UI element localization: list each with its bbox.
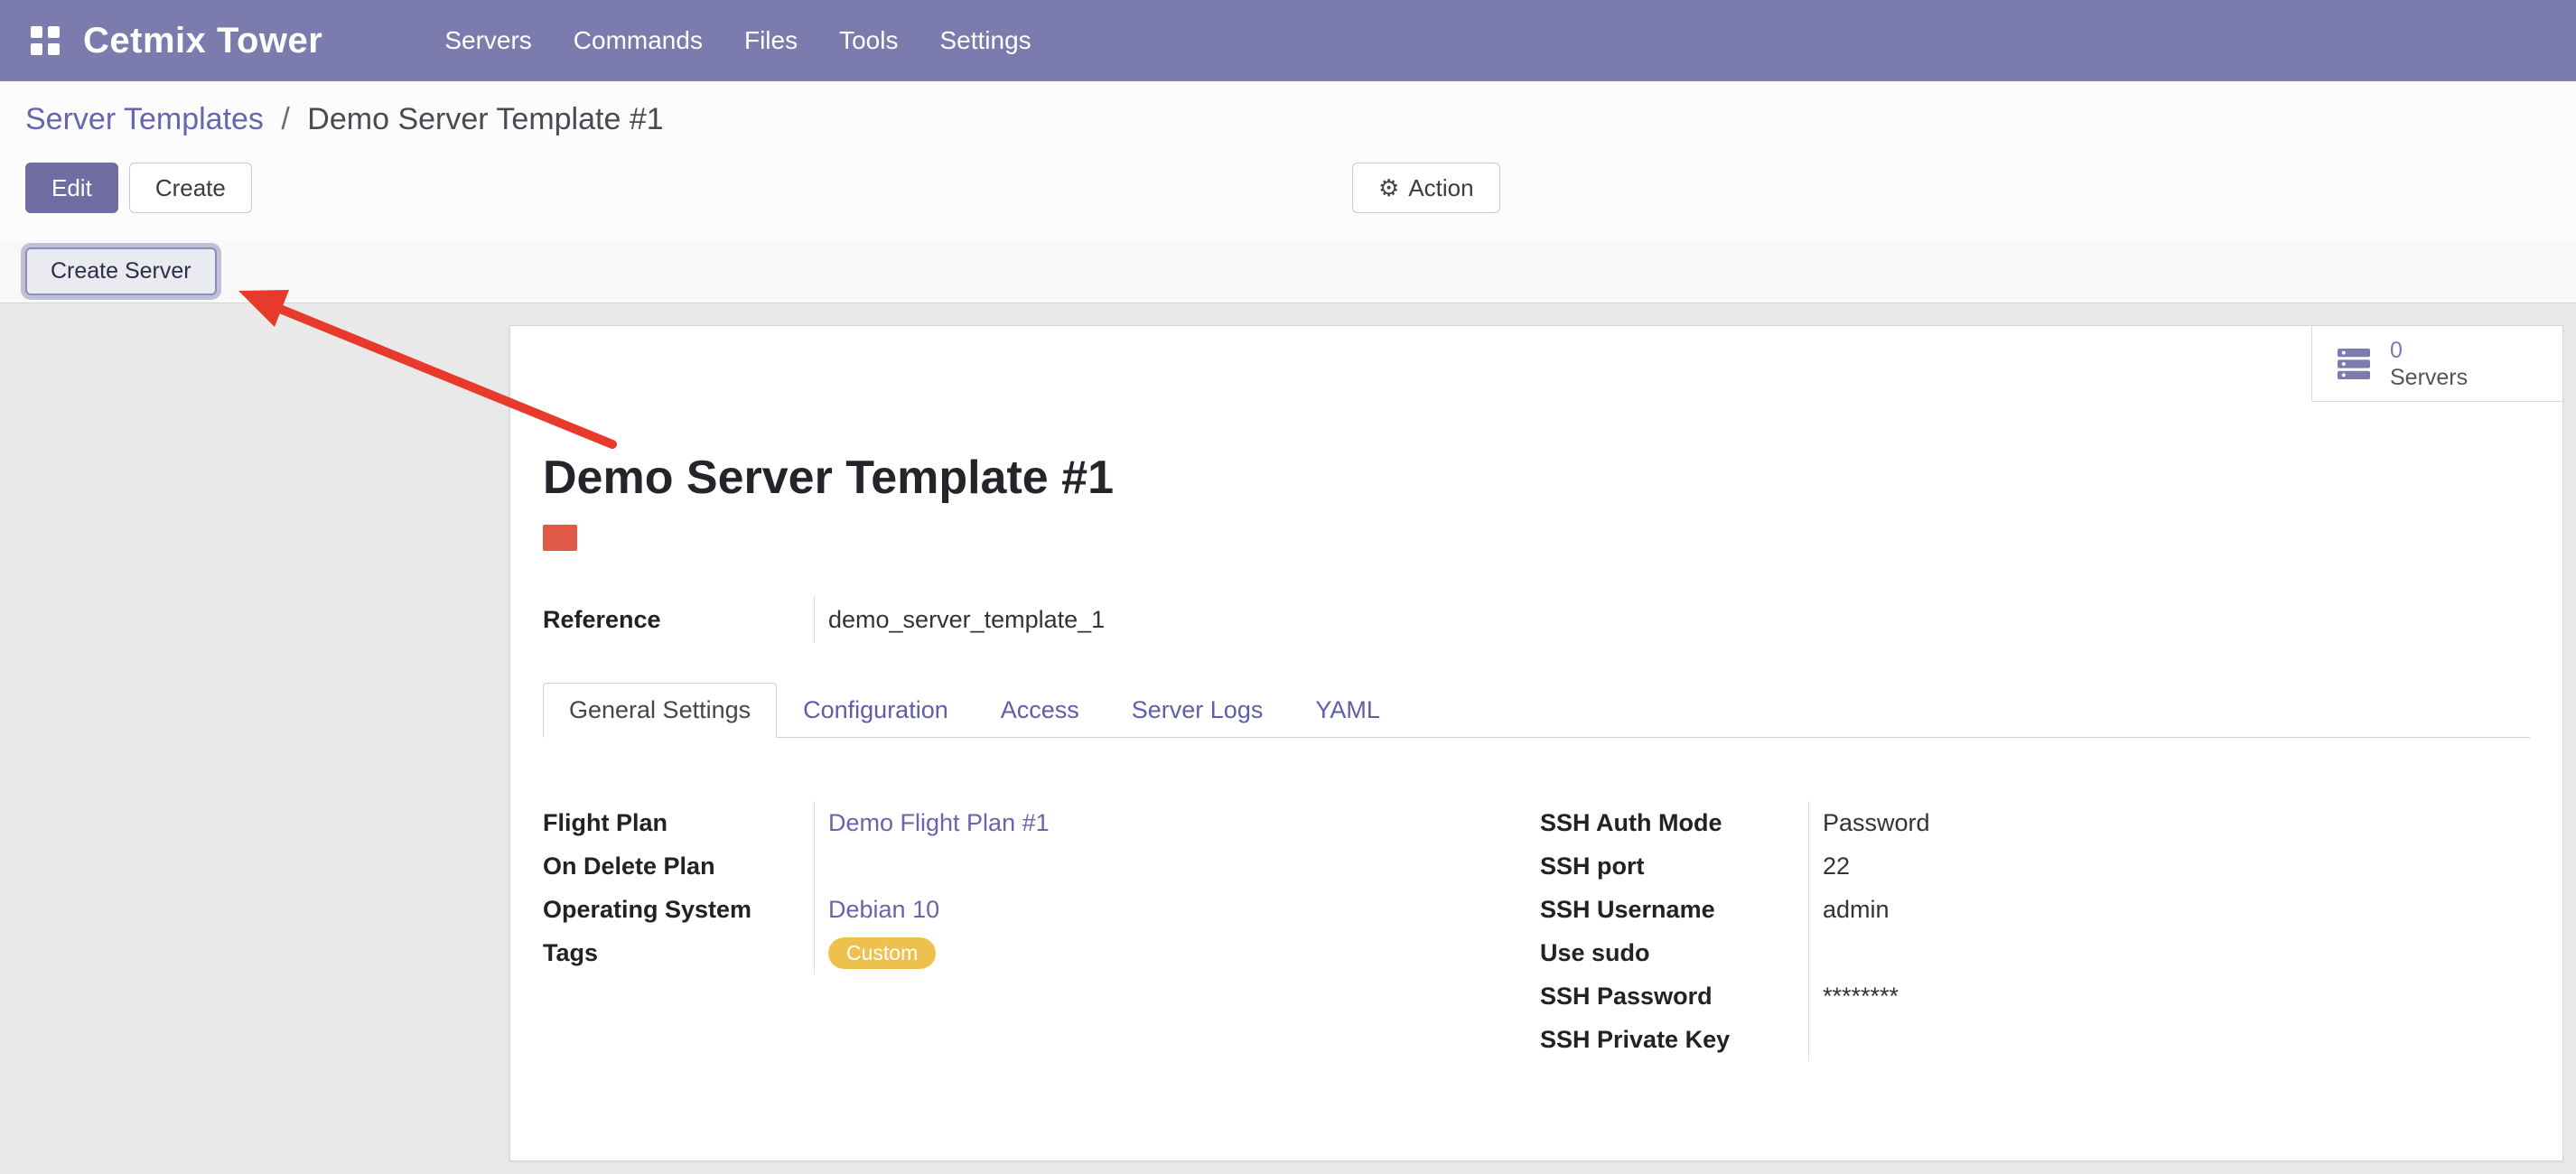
tab-server-logs[interactable]: Server Logs (1106, 683, 1290, 738)
field-label: On Delete Plan (543, 844, 814, 888)
servers-stat-text: 0 Servers (2390, 337, 2468, 391)
menu-item-servers[interactable]: Servers (424, 0, 552, 81)
field-groups: Flight Plan Demo Flight Plan #1 On Delet… (543, 801, 2530, 1061)
top-navbar: Cetmix Tower Servers Commands Files Tool… (0, 0, 2576, 81)
grid-dot (31, 43, 42, 55)
action-button-label: Action (1408, 174, 1473, 201)
group-right: SSH Auth Mode Password SSH port 22 SSH U… (1540, 801, 2530, 1061)
field-row-ssh-port: SSH port 22 (1540, 844, 2530, 888)
action-button[interactable]: ⚙ Action (1352, 163, 1500, 213)
reference-cell: demo_server_template_1 (814, 596, 2530, 643)
menu-item-files[interactable]: Files (723, 0, 818, 81)
servers-count-label: Servers (2390, 364, 2468, 391)
group-left: Flight Plan Demo Flight Plan #1 On Delet… (543, 801, 1540, 1061)
app-brand[interactable]: Cetmix Tower (83, 21, 322, 61)
create-button[interactable]: Create (129, 163, 252, 213)
field-label: SSH Password (1540, 974, 1808, 1018)
record-title: Demo Server Template #1 (543, 452, 2530, 503)
operating-system-link[interactable]: Debian 10 (828, 896, 939, 924)
edit-button[interactable]: Edit (25, 163, 118, 213)
tab-yaml[interactable]: YAML (1289, 683, 1406, 738)
form-sheet: 0 Servers Demo Server Template #1 Refere… (509, 325, 2563, 1161)
notebook-tabs: General Settings Configuration Access Se… (543, 683, 2530, 738)
servers-count: 0 (2390, 337, 2468, 364)
ssh-password-value: ******** (1823, 983, 1899, 1011)
content-area: 0 Servers Demo Server Template #1 Refere… (0, 303, 2576, 1174)
gear-icon: ⚙ (1378, 174, 1399, 201)
reference-field: Reference demo_server_template_1 (543, 596, 2530, 643)
tab-general-settings[interactable]: General Settings (543, 683, 777, 738)
breadcrumb-parent-link[interactable]: Server Templates (25, 102, 264, 136)
menu-item-commands[interactable]: Commands (553, 0, 723, 81)
servers-stat-button[interactable]: 0 Servers (2311, 326, 2562, 402)
flight-plan-link[interactable]: Demo Flight Plan #1 (828, 809, 1050, 837)
ssh-username-value: admin (1823, 896, 1890, 924)
menu-item-tools[interactable]: Tools (818, 0, 919, 81)
field-row-ssh-auth-mode: SSH Auth Mode Password (1540, 801, 2530, 844)
field-cell (1808, 1018, 2530, 1061)
ssh-auth-mode-value: Password (1823, 809, 1930, 837)
reference-label: Reference (543, 606, 814, 634)
field-label: SSH port (1540, 844, 1808, 888)
breadcrumb-current: Demo Server Template #1 (307, 102, 663, 136)
field-row-flight-plan: Flight Plan Demo Flight Plan #1 (543, 801, 1540, 844)
field-label: Use sudo (1540, 931, 1808, 974)
tag-badge: Custom (828, 937, 936, 969)
field-label: Flight Plan (543, 801, 814, 844)
field-row-use-sudo: Use sudo (1540, 931, 2530, 974)
field-cell (1808, 931, 2530, 974)
reference-value: demo_server_template_1 (828, 606, 1105, 634)
field-label: Operating System (543, 888, 814, 931)
control-panel: Server Templates / Demo Server Template … (0, 81, 2576, 240)
status-bar: Create Server (0, 240, 2576, 303)
field-cell: Password (1808, 801, 2530, 844)
tab-access[interactable]: Access (975, 683, 1106, 738)
field-cell (814, 844, 1540, 888)
field-cell: Demo Flight Plan #1 (814, 801, 1540, 844)
servers-icon (2332, 342, 2375, 386)
field-cell: admin (1808, 888, 2530, 931)
breadcrumb-separator: / (281, 102, 289, 136)
field-row-ssh-password: SSH Password ******** (1540, 974, 2530, 1018)
field-label: SSH Private Key (1540, 1018, 1808, 1061)
field-row-tags: Tags Custom (543, 931, 1540, 974)
field-cell: Custom (814, 931, 1540, 974)
main-menu: Servers Commands Files Tools Settings (424, 0, 1051, 81)
grid-dot (48, 26, 60, 38)
field-cell: ******** (1808, 974, 2530, 1018)
field-row-operating-system: Operating System Debian 10 (543, 888, 1540, 931)
breadcrumb: Server Templates / Demo Server Template … (25, 101, 2551, 137)
ssh-port-value: 22 (1823, 853, 1850, 880)
grid-dot (31, 26, 42, 38)
field-label: Tags (543, 931, 814, 974)
field-row-ssh-private-key: SSH Private Key (1540, 1018, 2530, 1061)
field-cell: 22 (1808, 844, 2530, 888)
field-row-on-delete-plan: On Delete Plan (543, 844, 1540, 888)
field-label: SSH Auth Mode (1540, 801, 1808, 844)
color-swatch (543, 525, 577, 551)
page: Cetmix Tower Servers Commands Files Tool… (0, 0, 2576, 1174)
create-server-button[interactable]: Create Server (25, 247, 217, 295)
button-row: Edit Create ⚙ Action (25, 163, 2551, 240)
tab-configuration[interactable]: Configuration (777, 683, 975, 738)
field-cell: Debian 10 (814, 888, 1540, 931)
grid-dot (48, 43, 60, 55)
field-label: SSH Username (1540, 888, 1808, 931)
field-row-ssh-username: SSH Username admin (1540, 888, 2530, 931)
menu-item-settings[interactable]: Settings (919, 0, 1051, 81)
apps-grid-icon[interactable] (31, 26, 60, 55)
